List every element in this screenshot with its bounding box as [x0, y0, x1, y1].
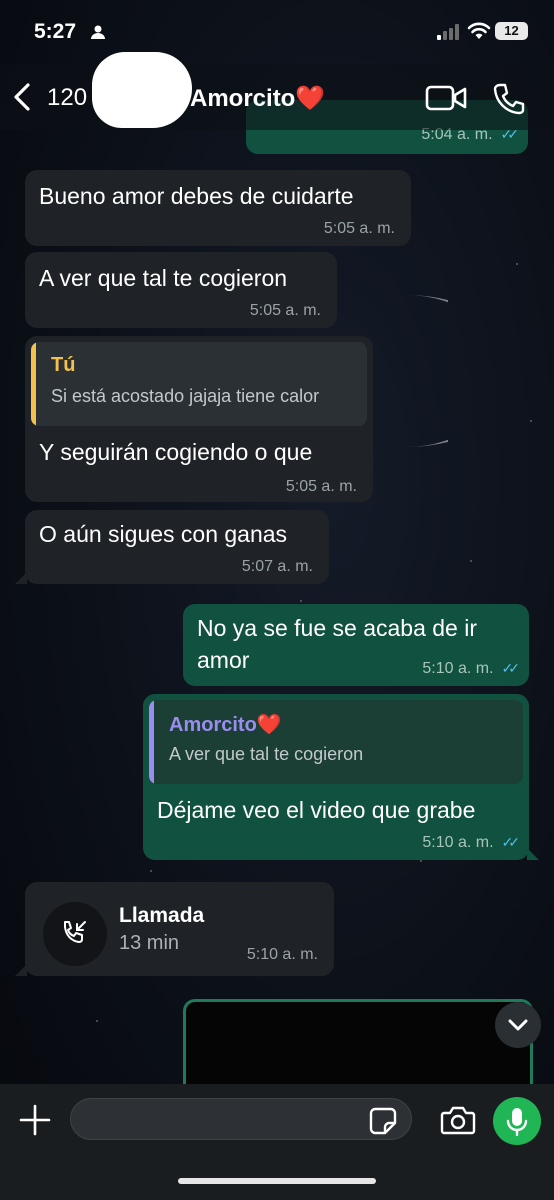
message-time: 5:05 a. m.	[285, 478, 357, 495]
video-message-preview[interactable]	[183, 999, 533, 1084]
message-bubble-outgoing[interactable]: Amorcito❤️ A ver que tal te cogieron Déj…	[143, 694, 529, 860]
message-text: A ver que tal te cogieron	[39, 265, 288, 291]
message-time: 5:10 a. m.	[246, 946, 318, 963]
chat-header: 120 Amorcito❤️	[0, 52, 554, 130]
phone-icon[interactable]	[492, 82, 526, 116]
redaction-mark	[92, 52, 192, 128]
message-text-line: No ya se fue se acaba de ir	[197, 615, 477, 641]
message-text-line: amor	[197, 647, 250, 673]
message-text: Déjame veo el video que grabe	[157, 797, 476, 823]
contact-name[interactable]: Amorcito❤️	[190, 84, 325, 113]
message-text: O aún sigues con ganas	[39, 521, 288, 547]
message-time: 5:07 a. m.	[241, 558, 313, 575]
message-time: 5:10 a. m.	[422, 660, 494, 677]
quote-text: A ver que tal te cogieron	[169, 744, 364, 764]
read-ticks-icon: ✓✓	[501, 660, 521, 676]
person-icon	[91, 25, 105, 39]
message-bubble-outgoing[interactable]: No ya se fue se acaba de ir amor 5:10 a.…	[183, 604, 529, 686]
microphone-icon	[506, 1108, 528, 1137]
bubble-tail	[15, 964, 27, 976]
call-duration: 13 min	[119, 932, 180, 954]
message-bubble-incoming[interactable]: A ver que tal te cogieron 5:05 a. m.	[25, 252, 337, 328]
battery-icon: 12	[495, 22, 528, 40]
scroll-to-bottom-button[interactable]	[495, 1002, 541, 1048]
voice-message-button[interactable]	[493, 1097, 541, 1145]
read-ticks-icon: ✓✓	[501, 834, 521, 850]
quote-author: Tú	[51, 354, 76, 376]
quote-bar	[149, 700, 154, 784]
message-bubble-incoming[interactable]: Tú Si está acostado jajaja tiene calor Y…	[25, 336, 373, 502]
status-bar: 5:27 12	[0, 0, 554, 64]
quote-author: Amorcito❤️	[169, 714, 282, 736]
chevron-down-icon	[508, 1019, 528, 1031]
message-time: 5:05 a. m.	[249, 302, 321, 319]
message-time: 5:05 a. m.	[323, 220, 395, 237]
video-call-icon[interactable]	[425, 84, 467, 112]
quoted-message[interactable]: Amorcito❤️ A ver que tal te cogieron	[149, 700, 523, 784]
call-title: Llamada	[119, 904, 205, 927]
message-time: 5:10 a. m.	[422, 834, 494, 851]
quote-bar	[31, 342, 36, 426]
signal-icon	[437, 24, 459, 40]
quoted-message[interactable]: Tú Si está acostado jajaja tiene calor	[31, 342, 367, 426]
wifi-icon	[467, 22, 491, 39]
clock: 5:27	[34, 20, 77, 43]
message-input[interactable]	[70, 1098, 412, 1140]
call-bubble[interactable]: Llamada 13 min 5:10 a. m.	[25, 882, 334, 976]
quote-text: Si está acostado jajaja tiene calor	[51, 386, 320, 406]
bubble-tail	[15, 572, 27, 584]
back-chevron-icon[interactable]	[12, 82, 34, 112]
contact-number-prefix[interactable]: 120	[47, 84, 87, 112]
camera-icon[interactable]	[440, 1104, 476, 1136]
plus-icon[interactable]	[17, 1102, 53, 1138]
home-indicator	[178, 1178, 376, 1184]
message-text: Y seguirán cogiendo o que	[39, 439, 313, 465]
incoming-call-icon	[43, 902, 107, 966]
message-bubble-incoming[interactable]: O aún sigues con ganas 5:07 a. m.	[25, 510, 329, 584]
bubble-tail	[527, 848, 539, 860]
message-list[interactable]: 5:04 a. m. ✓✓ Bueno amor debes de cuidart…	[0, 0, 554, 1084]
sticker-icon[interactable]	[368, 1106, 398, 1136]
message-bubble-incoming[interactable]: Bueno amor debes de cuidarte 5:05 a. m.	[25, 170, 411, 246]
message-text: Bueno amor debes de cuidarte	[39, 183, 354, 209]
